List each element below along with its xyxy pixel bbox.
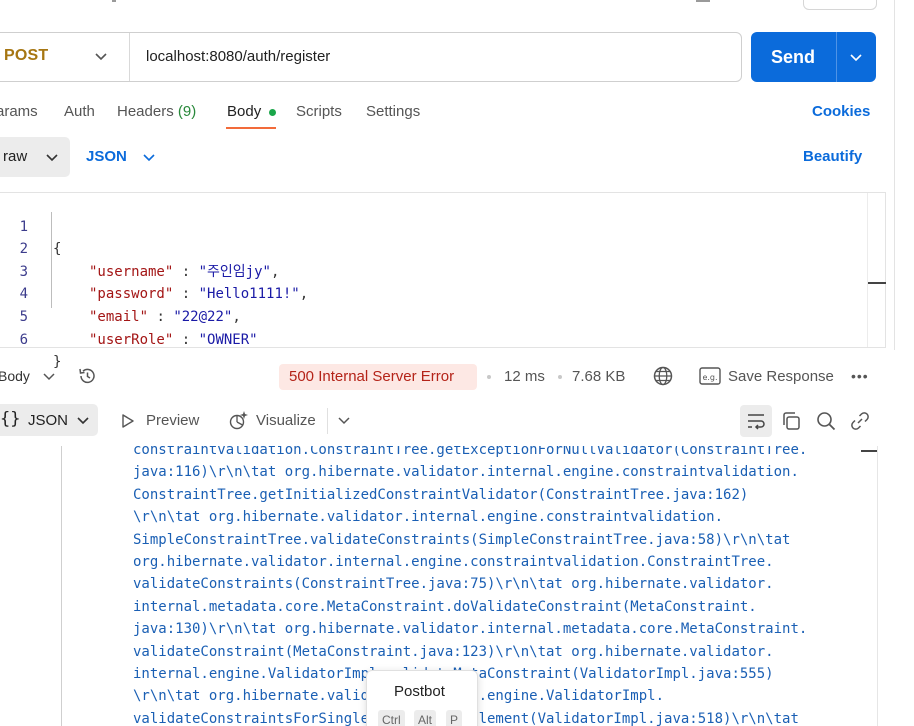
top-partial-button[interactable]: [803, 0, 877, 10]
toolbar-divider: [327, 408, 328, 434]
editor-scrollbar-track: [867, 193, 868, 347]
send-button-label[interactable]: Send: [771, 47, 815, 68]
json-separator: :: [173, 331, 199, 348]
more-options-icon[interactable]: •••: [851, 368, 871, 384]
chevron-down-icon[interactable]: [44, 149, 60, 165]
tab-params[interactable]: arams: [0, 103, 38, 120]
tab-headers-count: (9): [177, 103, 197, 120]
json-key: "email": [89, 308, 149, 325]
response-line: validateConstraint(MetaConstraint.java:1…: [133, 643, 774, 660]
json-value: "OWNER": [198, 331, 258, 348]
chevron-down-icon[interactable]: [76, 413, 90, 427]
chevron-down-icon[interactable]: [141, 149, 157, 165]
visualize-icon[interactable]: [228, 409, 250, 431]
response-body-select[interactable]: Body: [0, 368, 30, 384]
editor-line: 4 "email" : "22@22",: [0, 261, 241, 325]
tab-headers-label: Headers: [117, 103, 174, 120]
save-response-button[interactable]: Save Response: [728, 368, 834, 385]
chevron-down-icon[interactable]: [337, 413, 351, 427]
response-time: 12 ms: [504, 368, 545, 385]
panel-divider: [894, 0, 895, 350]
editor-scrollbar-thumb[interactable]: [868, 282, 886, 284]
json-key: "password": [89, 286, 174, 303]
code-text: {: [53, 241, 62, 258]
chevron-down-icon[interactable]: [848, 49, 864, 65]
cookies-link[interactable]: Cookies: [812, 103, 870, 120]
copy-icon[interactable]: [780, 410, 802, 432]
line-number: 6: [19, 331, 28, 348]
editor-line: 1 {: [0, 193, 62, 258]
json-key: "userRole": [89, 331, 174, 348]
shortcut-key: Alt: [414, 710, 437, 726]
editor-indent-guide: [51, 212, 52, 308]
chevron-down-icon[interactable]: [93, 48, 109, 64]
json-comma: ,: [232, 308, 241, 325]
wrap-lines-icon[interactable]: [745, 410, 767, 432]
tab-auth[interactable]: Auth: [64, 103, 95, 120]
link-icon[interactable]: [849, 410, 871, 432]
svg-text:e.g.: e.g.: [702, 373, 717, 382]
shortcut-key: P: [446, 710, 463, 726]
json-value: "Hello1111!": [198, 286, 300, 303]
tab-body[interactable]: Body: [227, 103, 261, 120]
shortcut-key: Ctrl: [378, 710, 405, 726]
visualize-button[interactable]: Visualize: [256, 412, 316, 429]
json-comma: ,: [299, 286, 309, 303]
tab-scripts[interactable]: Scripts: [296, 103, 342, 120]
url-input[interactable]: localhost:8080/auth/register: [146, 48, 330, 65]
response-line: constraintvalidation.ConstraintTree.getE…: [133, 446, 808, 458]
save-response-icon[interactable]: e.g.: [699, 367, 721, 385]
json-value: "22@22": [173, 308, 233, 325]
response-format-label[interactable]: JSON: [28, 412, 68, 429]
play-icon[interactable]: [121, 413, 135, 429]
status-code: 500 Internal Server Error: [289, 368, 455, 385]
json-value: "주인임jy": [198, 263, 271, 280]
response-line: internal.metadata.core.MetaConstraint.do…: [133, 598, 757, 615]
code-text: "email" : "22@22",: [89, 306, 241, 329]
body-format-select[interactable]: JSON: [86, 148, 127, 165]
tab-headers[interactable]: Headers (9): [117, 103, 196, 120]
body-mode-label[interactable]: raw: [3, 148, 27, 165]
editor-line: 3 "password" : "Hello1111!",: [0, 238, 309, 303]
code-text: "username" : "주인임jy",: [89, 261, 279, 284]
response-size: 7.68 KB: [572, 368, 626, 385]
response-line: org.hibernate.validator.internal.engine.…: [133, 554, 774, 570]
response-line: ConstraintTree.getInitializedConstraintV…: [133, 486, 749, 503]
search-icon[interactable]: [815, 410, 837, 432]
tab-settings[interactable]: Settings: [366, 103, 420, 120]
json-separator: :: [173, 263, 199, 280]
editor-line: 5 "userRole" : "OWNER": [0, 283, 258, 348]
body-status-dot: [269, 109, 276, 116]
json-comma: ,: [270, 263, 280, 280]
top-partial-mark: [696, 0, 710, 2]
active-tab-indicator: [226, 127, 276, 129]
send-divider: [836, 32, 837, 82]
chevron-down-icon[interactable]: [42, 369, 56, 383]
response-line: java:130)\r\n\tat org.hibernate.validato…: [133, 621, 808, 638]
meta-separator: [487, 375, 491, 379]
response-line: SimpleConstraintTree.validateConstraints…: [133, 531, 791, 548]
url-bar: [0, 32, 742, 82]
globe-icon[interactable]: [652, 365, 674, 387]
editor-line: 2 "username" : "주인임jy",: [0, 216, 280, 280]
url-divider: [129, 33, 130, 81]
meta-separator: [558, 375, 562, 379]
postbot-title: Postbot: [394, 683, 445, 700]
json-braces-icon: {}: [0, 409, 21, 429]
response-line: java:116)\r\n\tat org.hibernate.validato…: [133, 464, 799, 481]
json-separator: :: [173, 286, 199, 303]
top-partial-mark: [112, 0, 116, 2]
response-line: \r\n\tat org.hibernate.validator.interna…: [133, 509, 724, 526]
code-text: "userRole" : "OWNER": [89, 329, 258, 352]
json-key: "username": [89, 263, 174, 280]
response-line: validateConstraints(ConstraintTree.java:…: [133, 576, 774, 593]
history-icon[interactable]: [77, 366, 97, 386]
beautify-button[interactable]: Beautify: [803, 148, 862, 165]
editor-line: 6 }: [0, 306, 62, 371]
method-select[interactable]: POST: [4, 47, 48, 65]
preview-button[interactable]: Preview: [146, 412, 199, 429]
json-separator: :: [148, 308, 174, 325]
code-text: "password" : "Hello1111!",: [89, 283, 308, 306]
